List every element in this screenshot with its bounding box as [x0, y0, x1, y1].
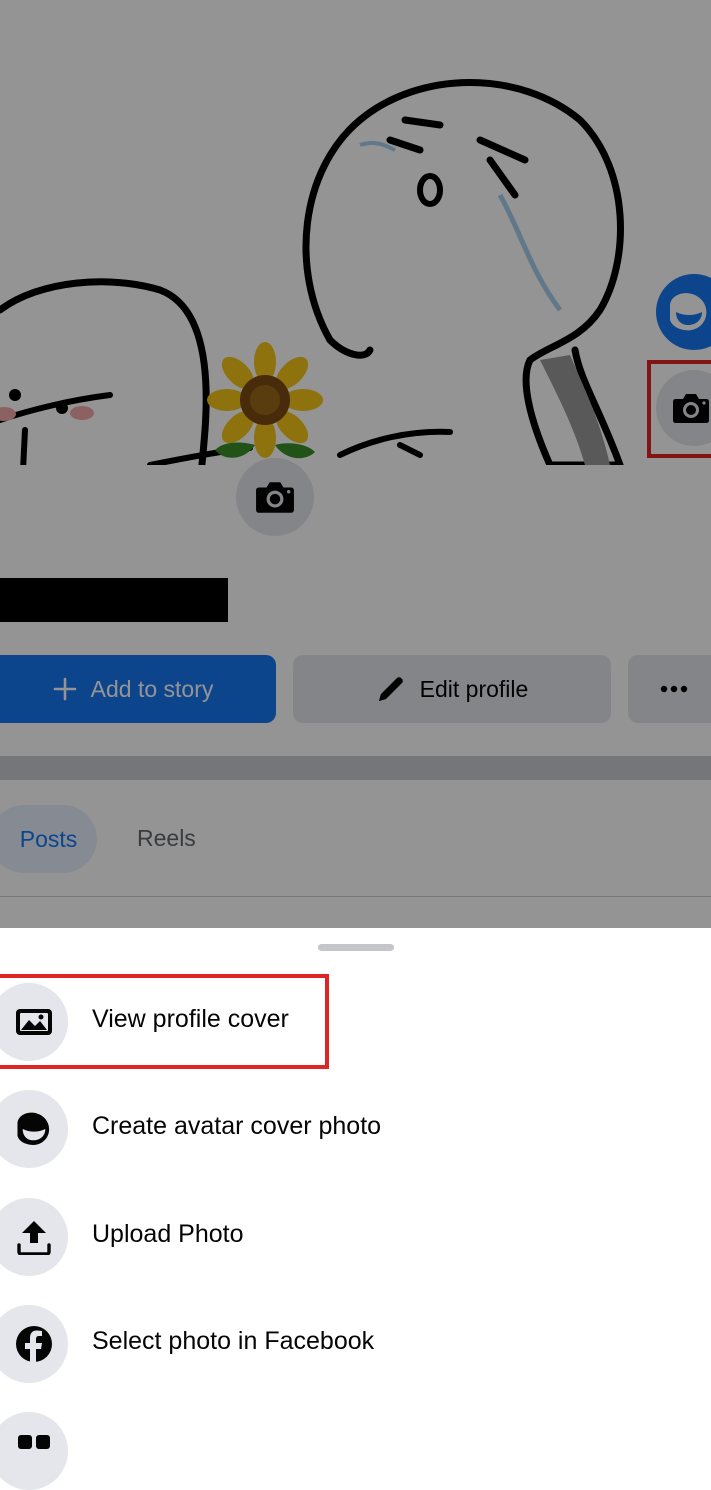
menu-item-create-avatar-cover[interactable]: Create avatar cover photo — [0, 1090, 711, 1168]
highlight-box-view-profile-cover — [0, 974, 329, 1069]
grid-icon — [0, 1412, 68, 1490]
dim-overlay[interactable] — [0, 0, 711, 928]
drag-handle[interactable] — [318, 944, 394, 951]
menu-item-select-photo-facebook[interactable]: Select photo in Facebook — [0, 1305, 711, 1383]
menu-item-label: Create avatar cover photo — [92, 1112, 382, 1140]
avatar-icon — [0, 1090, 68, 1168]
bottom-sheet: View profile cover Create avatar cover p… — [0, 928, 711, 1490]
profile-page: Add to story Edit profile Posts Reels — [0, 0, 711, 928]
menu-item-partial[interactable] — [0, 1412, 711, 1490]
facebook-icon — [0, 1305, 68, 1383]
upload-icon — [0, 1198, 68, 1276]
menu-item-label: Select photo in Facebook — [92, 1327, 375, 1355]
menu-item-upload-photo[interactable]: Upload Photo — [0, 1198, 711, 1276]
menu-item-label: Upload Photo — [92, 1220, 244, 1248]
